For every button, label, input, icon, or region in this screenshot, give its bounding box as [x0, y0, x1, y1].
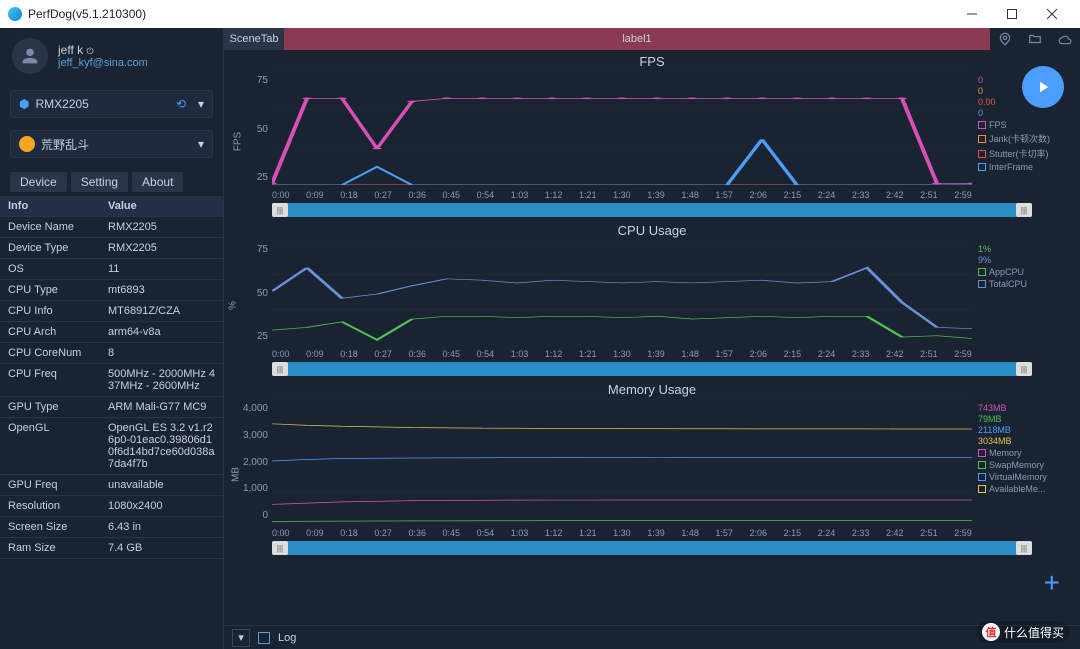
tab-about[interactable]: About — [132, 172, 183, 192]
user-email: jeff_kyf@sina.com — [58, 57, 148, 69]
info-row: CPU InfoMT6891Z/CZA — [0, 301, 223, 322]
info-row: OpenGLOpenGL ES 3.2 v1.r26p0-01eac0.3980… — [0, 418, 223, 475]
device-info-table: InfoValue Device NameRMX2205Device TypeR… — [0, 196, 223, 649]
chart-title: CPU Usage — [232, 223, 1072, 238]
time-range-slider[interactable]: ||| ||| — [272, 203, 1032, 217]
chevron-down-icon: ▾ — [198, 97, 204, 111]
app-title: PerfDog(v5.1.210300) — [28, 7, 146, 21]
app-icon — [8, 7, 22, 21]
info-row: CPU Typemt6893 — [0, 280, 223, 301]
info-row: OS11 — [0, 259, 223, 280]
watermark: 值 什么值得买 — [976, 621, 1070, 643]
log-checkbox[interactable] — [258, 632, 270, 644]
refresh-icon[interactable]: ⟲ — [176, 97, 186, 111]
legend: 000.000FPSJank(卡顿次数)Stutter(卡切率)InterFra… — [972, 71, 1072, 201]
info-row: Ram Size7.4 GB — [0, 538, 223, 559]
info-row: Resolution1080x2400 — [0, 496, 223, 517]
chart-title: FPS — [232, 54, 1072, 69]
plot-area[interactable]: 0:000:090:180:270:360:450:541:031:121:21… — [272, 71, 972, 201]
avatar[interactable] — [12, 38, 48, 74]
log-label: Log — [278, 632, 296, 644]
minimize-button[interactable] — [952, 0, 992, 28]
slider-handle-right[interactable]: ||| — [1016, 362, 1032, 376]
info-row: GPU TypeARM Mali-G77 MC9 — [0, 397, 223, 418]
info-row: CPU Freq500MHz - 2000MHz 437MHz - 2600MH… — [0, 364, 223, 397]
add-chart-button[interactable]: + — [1044, 567, 1060, 599]
slider-handle-right[interactable]: ||| — [1016, 541, 1032, 555]
time-range-slider[interactable]: ||| ||| — [272, 362, 1032, 376]
scene-tab[interactable]: SceneTab — [224, 28, 284, 50]
location-icon[interactable] — [998, 32, 1012, 46]
chevron-down-icon: ▾ — [198, 137, 204, 151]
bottom-bar: ▾ Log — [224, 625, 1080, 649]
app-selector[interactable]: 荒野乱斗 ▾ — [10, 130, 213, 158]
sidebar: jeff k ⏻ jeff_kyf@sina.com ⬢ RMX2205 ⟲ ▾… — [0, 28, 224, 649]
plot-area[interactable]: 0:000:090:180:270:360:450:541:031:121:21… — [272, 399, 972, 539]
app-game-icon — [19, 136, 35, 152]
user-block: jeff k ⏻ jeff_kyf@sina.com — [0, 28, 223, 84]
expand-panel-button[interactable]: ▾ — [232, 629, 250, 647]
legend: 1%9%AppCPUTotalCPU — [972, 240, 1072, 360]
slider-handle-left[interactable]: ||| — [272, 203, 288, 217]
user-name: jeff k ⏻ — [58, 43, 148, 57]
plot-area[interactable]: 0:000:090:180:270:360:450:541:031:121:21… — [272, 240, 972, 360]
info-row: GPU Frequnavailable — [0, 475, 223, 496]
scene-label[interactable]: label1 — [284, 28, 990, 50]
chart-fps: FPS FPS 755025 0:000:090:180:270:360:450… — [232, 54, 1072, 217]
info-row: CPU CoreNum8 — [0, 343, 223, 364]
slider-handle-right[interactable]: ||| — [1016, 203, 1032, 217]
folder-icon[interactable] — [1028, 32, 1042, 46]
maximize-button[interactable] — [992, 0, 1032, 28]
chart-memory-usage: Memory Usage MB 4,0003,0002,0001,0000 0:… — [232, 382, 1072, 555]
close-button[interactable] — [1032, 0, 1072, 28]
cloud-icon[interactable] — [1058, 32, 1072, 46]
info-row: CPU Archarm64-v8a — [0, 322, 223, 343]
info-row: Device TypeRMX2205 — [0, 238, 223, 259]
scene-bar: SceneTab label1 — [224, 28, 1080, 50]
titlebar: PerfDog(v5.1.210300) — [0, 0, 1080, 28]
info-row: Device NameRMX2205 — [0, 217, 223, 238]
slider-handle-left[interactable]: ||| — [272, 362, 288, 376]
sidebar-tabs: Device Setting About — [0, 164, 223, 196]
content: SceneTab label1 FPS FPS 755025 0:000:090… — [224, 28, 1080, 649]
tab-device[interactable]: Device — [10, 172, 67, 192]
slider-handle-left[interactable]: ||| — [272, 541, 288, 555]
time-range-slider[interactable]: ||| ||| — [272, 541, 1032, 555]
chart-cpu-usage: CPU Usage % 755025 0:000:090:180:270:360… — [232, 223, 1072, 376]
chart-title: Memory Usage — [232, 382, 1072, 397]
tab-setting[interactable]: Setting — [71, 172, 128, 192]
legend: 743MB79MB2118MB3034MBMemorySwapMemoryVir… — [972, 399, 1072, 539]
info-row: Screen Size6.43 in — [0, 517, 223, 538]
device-selector[interactable]: ⬢ RMX2205 ⟲ ▾ — [10, 90, 213, 118]
